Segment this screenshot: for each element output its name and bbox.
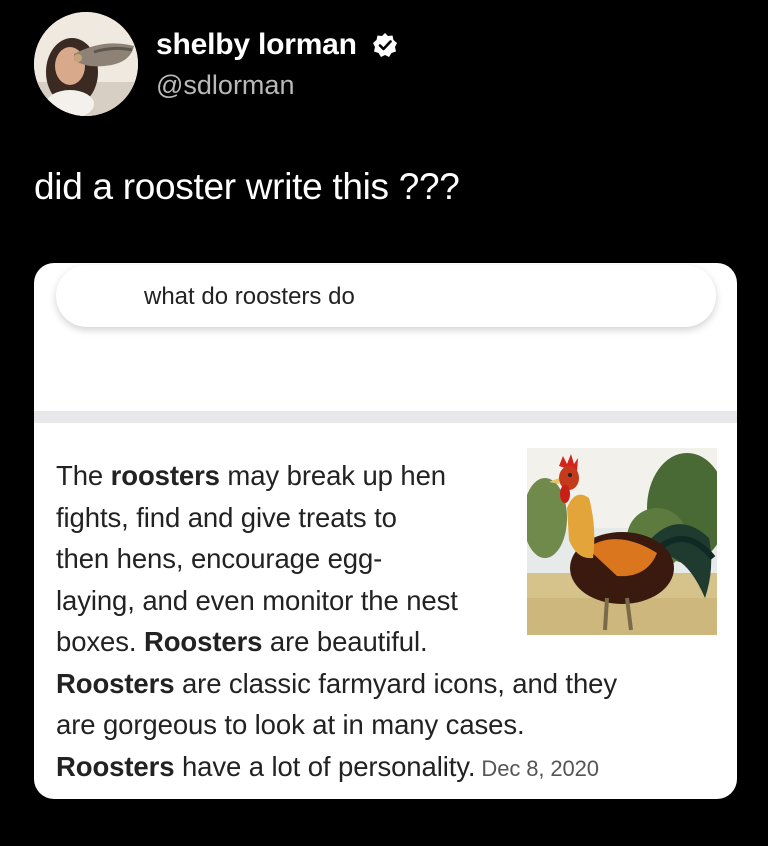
rooster-picture: [527, 448, 717, 635]
display-name[interactable]: shelby lorman: [156, 28, 357, 62]
snippet-line: Roosters are classic farmyard icons, and…: [56, 667, 618, 699]
search-bar[interactable]: what do roosters do: [56, 265, 716, 327]
verified-badge-icon: [373, 33, 397, 57]
search-query: what do roosters do: [144, 283, 355, 310]
avatar[interactable]: [34, 12, 138, 116]
divider: [34, 411, 737, 423]
snippet-line: are gorgeous to look at in many cases.: [56, 709, 525, 740]
handle[interactable]: @sdlorman: [156, 70, 294, 101]
tweet-text: did a rooster write this ???: [34, 166, 460, 207]
snippet-date: Dec 8, 2020: [481, 755, 599, 781]
snippet-line: Roosters have a lot of personality. Dec 8…: [56, 750, 599, 782]
screenshot-card: what do roosters do The roosters may bre…: [34, 263, 737, 799]
rooster-image[interactable]: [527, 448, 717, 635]
avatar-photo: [34, 12, 138, 116]
